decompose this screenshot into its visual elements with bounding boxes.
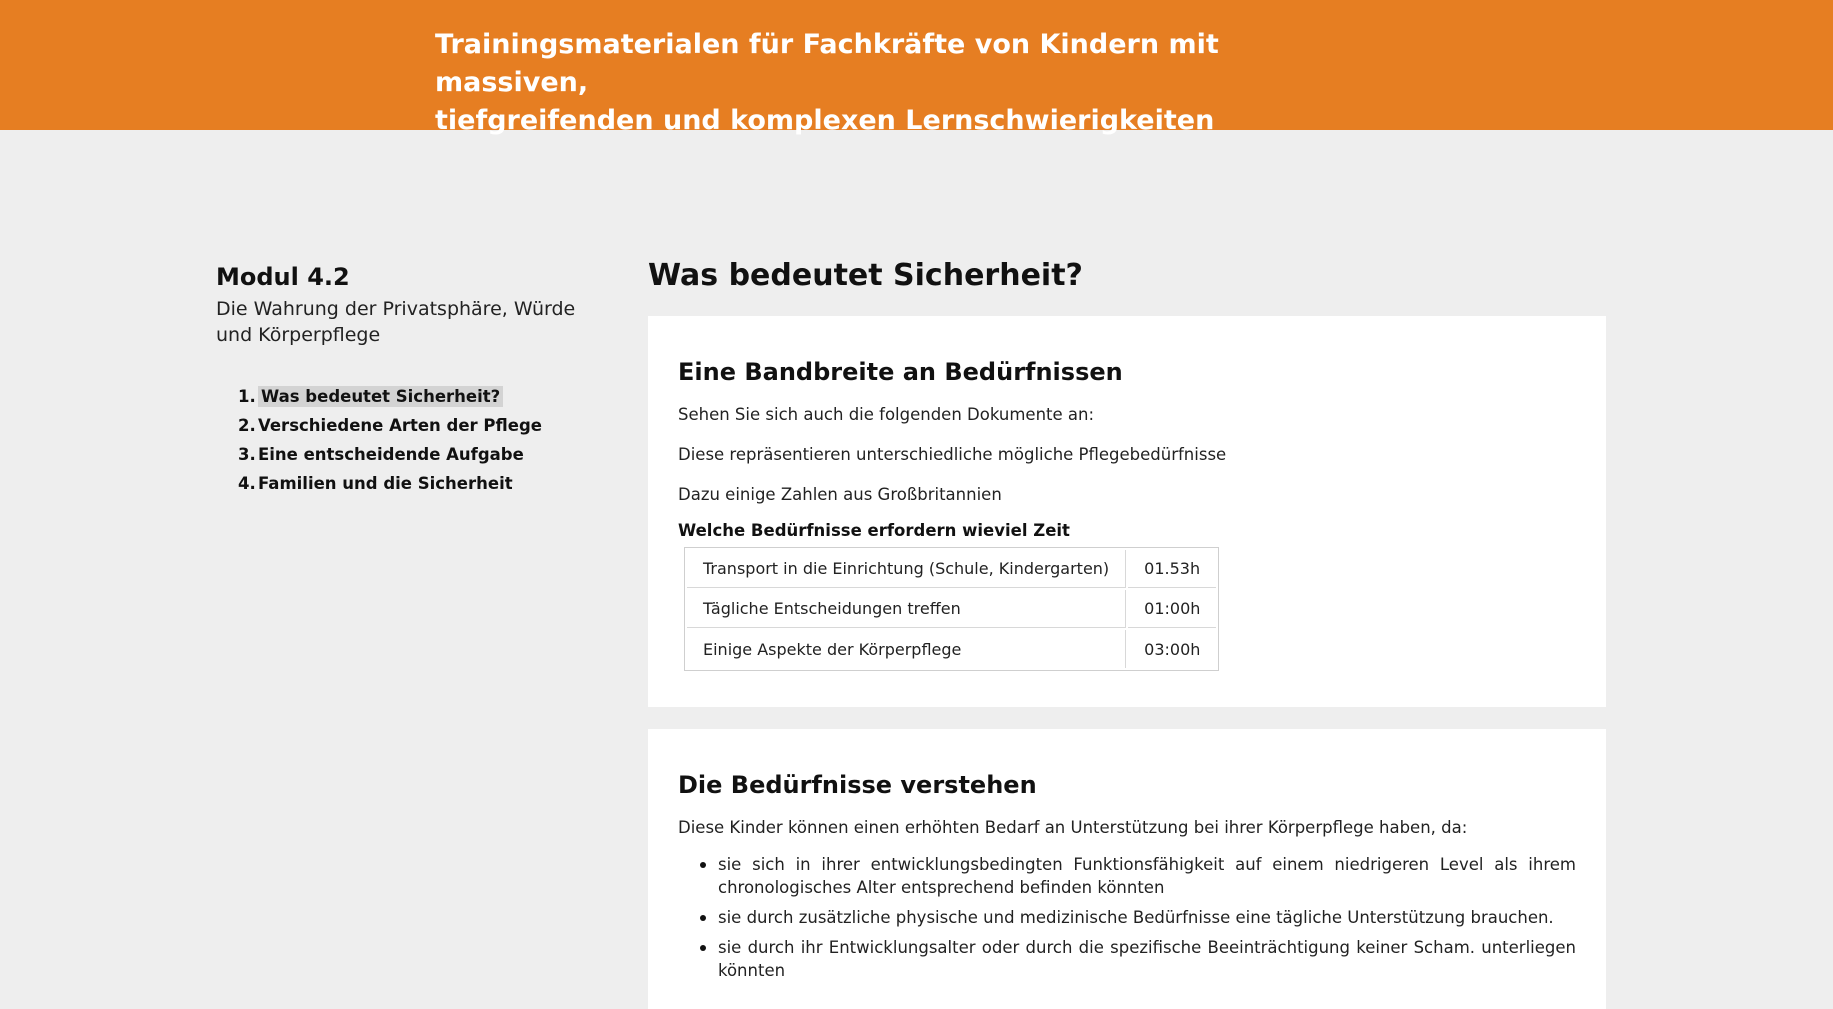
- module-toc: 1. Was bedeutet Sicherheit? 2. Verschieden…: [238, 382, 542, 498]
- reasons-list: sie sich in ihrer entwicklungsbedingten …: [700, 853, 1576, 982]
- paragraph: Dazu einige Zahlen aus Großbritannien: [678, 485, 1002, 504]
- site-title: Trainingsmaterialen für Fachkräfte von K…: [435, 26, 1335, 140]
- toc-item-eine-entscheidende-aufgabe[interactable]: 3. Eine entscheidende Aufgabe: [238, 440, 542, 469]
- content-card-beduerfnisse-verstehen: Die Bedürfnisse verstehen Diese Kinder k…: [648, 729, 1606, 1009]
- table-row: Einige Aspekte der Körperpflege 03:00h: [687, 630, 1216, 668]
- toc-item-number: 4.: [238, 474, 256, 493]
- table-cell-time: 01.53h: [1128, 550, 1217, 588]
- paragraph: Sehen Sie sich auch die folgenden Dokume…: [678, 405, 1095, 424]
- list-item: sie sich in ihrer entwicklungsbedingten …: [700, 853, 1576, 899]
- paragraph: Diese repräsentieren unterschiedliche mö…: [678, 445, 1227, 464]
- page-title: Was bedeutet Sicherheit?: [648, 258, 1083, 293]
- toc-item-label[interactable]: Verschiedene Arten der Pflege: [258, 416, 542, 435]
- toc-item-familien-und-die-sicherheit[interactable]: 4. Familien und die Sicherheit: [238, 469, 542, 498]
- table-row: Tägliche Entscheidungen treffen 01:00h: [687, 590, 1217, 628]
- section-heading: Eine Bandbreite an Bedürfnissen: [678, 358, 1123, 386]
- site-title-line-1: Trainingsmaterialen für Fachkräfte von K…: [435, 29, 1219, 98]
- toc-item-was-bedeutet-sicherheit[interactable]: 1. Was bedeutet Sicherheit?: [238, 382, 542, 411]
- content-card-bandbreite: Eine Bandbreite an Bedürfnissen Sehen Si…: [648, 316, 1606, 707]
- toc-item-label[interactable]: Was bedeutet Sicherheit?: [258, 386, 504, 407]
- table-cell-activity: Transport in die Einrichtung (Schule, Ki…: [687, 550, 1127, 588]
- toc-item-number: 3.: [238, 445, 256, 464]
- toc-item-number: 2.: [238, 416, 256, 435]
- list-item: sie durch zusätzliche physische und medi…: [700, 906, 1576, 929]
- table-cell-activity: Tägliche Entscheidungen treffen: [687, 590, 1127, 628]
- toc-item-verschiedene-arten-der-pflege[interactable]: 2. Verschiedene Arten der Pflege: [238, 411, 542, 440]
- site-title-line-2: tiefgreifenden und komplexen Lernschwier…: [435, 105, 1215, 136]
- toc-item-label[interactable]: Eine entscheidende Aufgabe: [258, 445, 524, 464]
- module-sidebar: Modul 4.2 Die Wahrung der Privatsphäre, …: [216, 262, 616, 493]
- table-cell-activity: Einige Aspekte der Körperpflege: [687, 630, 1127, 668]
- section-heading: Die Bedürfnisse verstehen: [678, 771, 1037, 799]
- toc-item-label[interactable]: Familien und die Sicherheit: [258, 474, 513, 493]
- table-cell-time: 03:00h: [1144, 639, 1201, 659]
- table-cell-time: 01:00h: [1128, 590, 1217, 628]
- toc-item-number: 1.: [238, 387, 256, 406]
- module-subtitle: Die Wahrung der Privatsphäre, Würde und …: [216, 298, 576, 346]
- paragraph: Diese Kinder können einen erhöhten Bedar…: [678, 818, 1468, 837]
- site-banner: Trainingsmaterialen für Fachkräfte von K…: [0, 0, 1833, 136]
- needs-time-table: Transport in die Einrichtung (Schule, Ki…: [684, 547, 1220, 671]
- table-row: Transport in die Einrichtung (Schule, Ki…: [687, 550, 1217, 588]
- list-item: sie durch ihr Entwicklungsalter oder dur…: [700, 936, 1576, 982]
- table-caption: Welche Bedürfnisse erfordern wieviel Zei…: [678, 521, 1070, 540]
- module-title: Modul 4.2: [216, 263, 350, 291]
